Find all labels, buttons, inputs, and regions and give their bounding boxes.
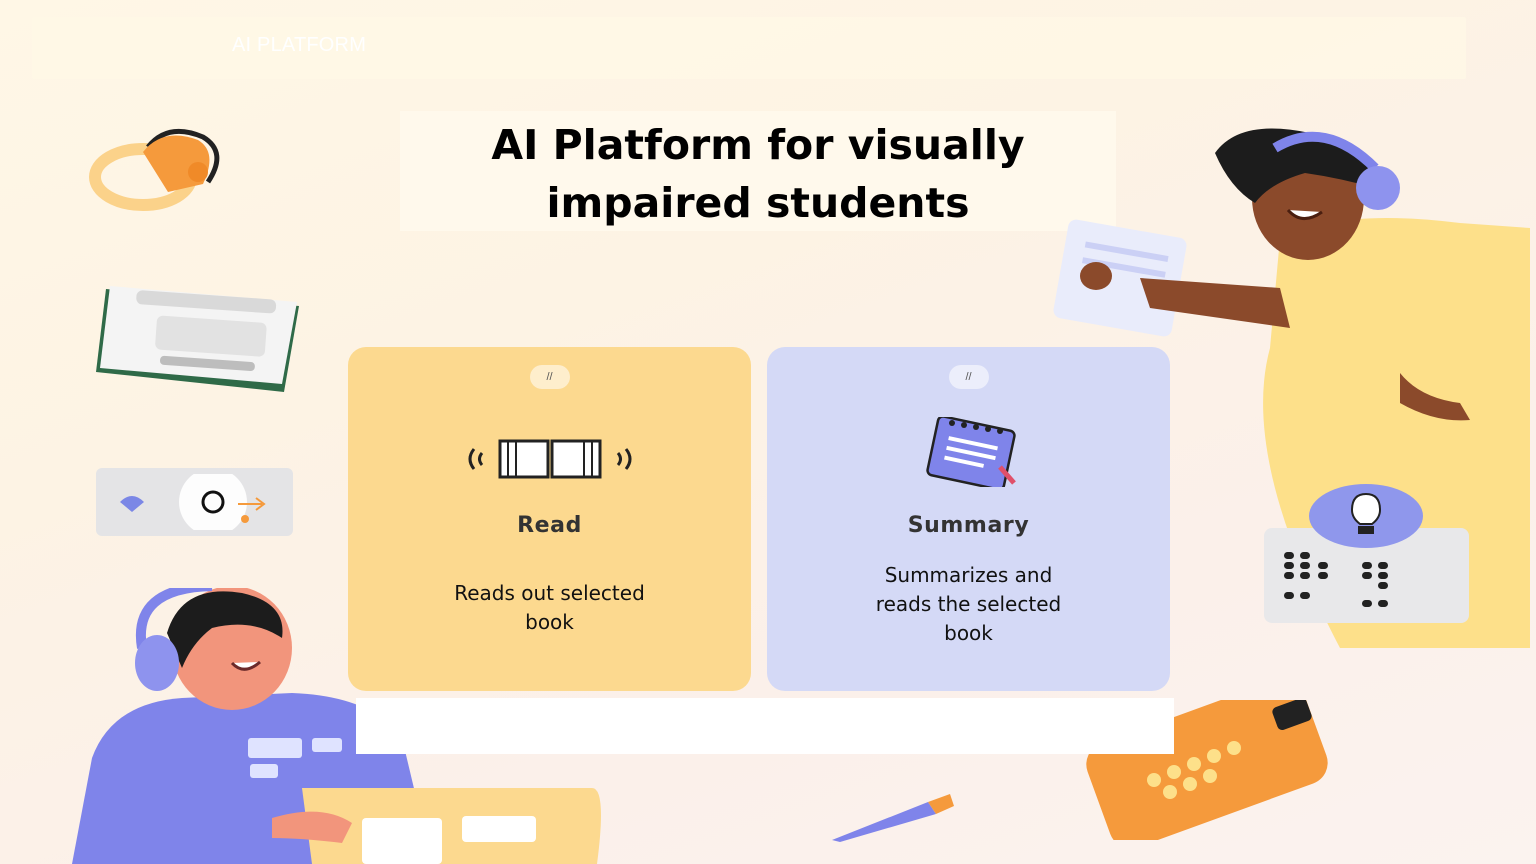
open-book-speaker-icon	[468, 439, 631, 479]
summary-card-heading: Summary	[907, 513, 1030, 538]
pencil-icon	[832, 794, 954, 842]
drag-handle-icon[interactable]: //	[529, 365, 570, 389]
title-line-1: AI Platform for visually	[491, 121, 1025, 169]
headphones-icon	[89, 128, 220, 211]
read-card-description: Reads out selected book	[454, 581, 645, 634]
summary-card[interactable]: // Summary Summarizes and reads the sele…	[767, 347, 1170, 691]
summary-card-description: Summarizes and reads the selected book	[875, 563, 1062, 645]
notepad-icon	[925, 417, 1016, 487]
drag-handle-icon[interactable]: //	[948, 365, 989, 389]
notebook-illustration	[96, 286, 299, 392]
read-card-heading: Read	[517, 513, 582, 538]
brand-label: AI PLATFORM	[232, 34, 367, 56]
page-title: AI Platform for visually impaired studen…	[480, 116, 1036, 232]
read-card[interactable]: // Read Reads out selected book	[348, 347, 751, 691]
title-line-2: impaired students	[546, 179, 970, 227]
lightbulb-icon	[1309, 484, 1423, 548]
slide-canvas: AI PLATFORM AI Platform for visually imp…	[0, 0, 1536, 864]
dial-icon	[120, 474, 266, 530]
bottom-panel	[356, 698, 1174, 754]
